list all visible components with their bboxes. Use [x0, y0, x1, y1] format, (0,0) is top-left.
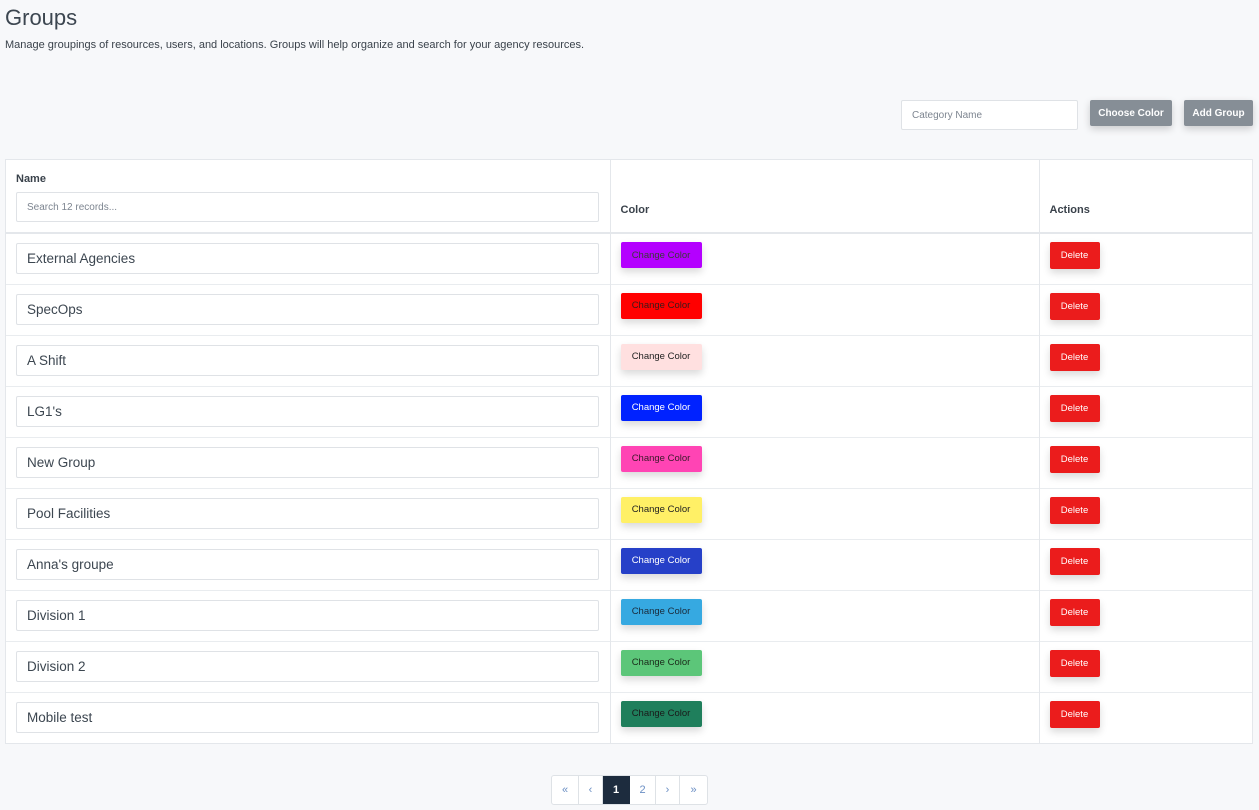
page-description: Manage groupings of resources, users, an… — [5, 39, 585, 51]
change-color-button[interactable]: Change Color — [620, 700, 702, 727]
group-name-input[interactable] — [16, 395, 599, 427]
cell-actions: Delete — [1039, 386, 1252, 437]
cell-name — [6, 539, 611, 590]
delete-button[interactable]: Delete — [1049, 649, 1100, 677]
first-page-button[interactable]: « — [552, 776, 579, 804]
cell-name — [6, 437, 611, 488]
delete-button[interactable]: Delete — [1049, 292, 1100, 320]
cell-actions: Delete — [1039, 692, 1252, 743]
cell-color: Change Color — [610, 692, 1040, 743]
next-page-button[interactable]: › — [656, 776, 680, 804]
change-color-button[interactable]: Change Color — [620, 343, 702, 370]
page-2-button[interactable]: 2 — [630, 776, 656, 804]
cell-actions: Delete — [1039, 284, 1252, 335]
change-color-button[interactable]: Change Color — [620, 649, 702, 676]
delete-button[interactable]: Delete — [1049, 547, 1100, 575]
add-group-toolbar: Choose Color Add Group — [901, 100, 1253, 130]
cell-color: Change Color — [610, 539, 1040, 590]
column-header-color: Color — [610, 160, 1040, 233]
change-color-button[interactable]: Change Color — [620, 547, 702, 574]
column-label-name: Name — [16, 173, 46, 185]
column-header-name: Name — [6, 160, 611, 233]
cell-color: Change Color — [610, 437, 1040, 488]
table-row: Change Color Delete — [6, 590, 1252, 641]
cell-actions: Delete — [1039, 233, 1252, 284]
prev-page-button[interactable]: ‹ — [579, 776, 603, 804]
groups-table: Name Color Actions Change ColorDeleteCha… — [5, 159, 1253, 744]
cell-color: Change Color — [610, 233, 1040, 284]
delete-button[interactable]: Delete — [1049, 598, 1100, 626]
group-name-input[interactable] — [16, 344, 599, 376]
page-title: Groups — [5, 5, 78, 30]
table-row: Change Color Delete — [6, 437, 1252, 488]
group-name-input[interactable] — [16, 548, 599, 580]
cell-color: Change Color — [610, 641, 1040, 692]
cell-actions: Delete — [1039, 590, 1252, 641]
group-name-input[interactable] — [16, 599, 599, 631]
delete-button[interactable]: Delete — [1049, 445, 1100, 473]
add-group-button[interactable]: Add Group — [1184, 100, 1253, 126]
cell-name — [6, 233, 611, 284]
cell-color: Change Color — [610, 284, 1040, 335]
change-color-button[interactable]: Change Color — [620, 445, 702, 472]
last-page-button[interactable]: » — [680, 776, 707, 804]
cell-name — [6, 335, 611, 386]
column-header-actions: Actions — [1049, 204, 1090, 216]
search-records-input[interactable] — [16, 192, 599, 222]
table-row: Change Color Delete — [6, 539, 1252, 590]
cell-color: Change Color — [610, 590, 1040, 641]
group-name-input[interactable] — [16, 446, 599, 478]
cell-actions: Delete — [1039, 437, 1252, 488]
change-color-button[interactable]: Change Color — [620, 242, 702, 268]
table-row: Change Color Delete — [6, 284, 1252, 335]
change-color-button[interactable]: Change Color — [620, 292, 702, 319]
table-row: Change Color Delete — [6, 335, 1252, 386]
cell-actions: Delete — [1039, 488, 1252, 539]
cell-actions: Delete — [1039, 641, 1252, 692]
cell-name — [6, 386, 611, 437]
change-color-button[interactable]: Change Color — [620, 496, 702, 523]
cell-name — [6, 488, 611, 539]
cell-color: Change Color — [610, 335, 1040, 386]
choose-color-button[interactable]: Choose Color — [1090, 100, 1172, 126]
group-name-input[interactable] — [16, 701, 599, 733]
table-row: Change Color Delete — [6, 488, 1252, 539]
change-color-button[interactable]: Change Color — [620, 394, 702, 421]
delete-button[interactable]: Delete — [1049, 242, 1100, 269]
group-name-input[interactable] — [16, 293, 599, 325]
cell-actions: Delete — [1039, 539, 1252, 590]
cell-name — [6, 590, 611, 641]
delete-button[interactable]: Delete — [1049, 496, 1100, 524]
cell-actions: Delete — [1039, 335, 1252, 386]
cell-name — [6, 641, 611, 692]
table-row: Change Color Delete — [6, 233, 1252, 284]
change-color-button[interactable]: Change Color — [620, 598, 702, 625]
delete-button[interactable]: Delete — [1049, 700, 1100, 728]
table-row: Change Color Delete — [6, 692, 1252, 743]
group-name-input[interactable] — [16, 650, 599, 682]
cell-color: Change Color — [610, 386, 1040, 437]
cell-color: Change Color — [610, 488, 1040, 539]
cell-name — [6, 692, 611, 743]
category-name-input[interactable] — [901, 100, 1078, 130]
table-row: Change Color Delete — [6, 641, 1252, 692]
pagination: « ‹ 1 2 › » — [551, 775, 708, 805]
page-1-button[interactable]: 1 — [603, 776, 630, 804]
cell-name — [6, 284, 611, 335]
group-name-input[interactable] — [16, 243, 599, 274]
group-name-input[interactable] — [16, 497, 599, 529]
delete-button[interactable]: Delete — [1049, 394, 1100, 422]
table-header-row: Name Color Actions — [6, 160, 1252, 233]
delete-button[interactable]: Delete — [1049, 343, 1100, 371]
table-row: Change Color Delete — [6, 386, 1252, 437]
